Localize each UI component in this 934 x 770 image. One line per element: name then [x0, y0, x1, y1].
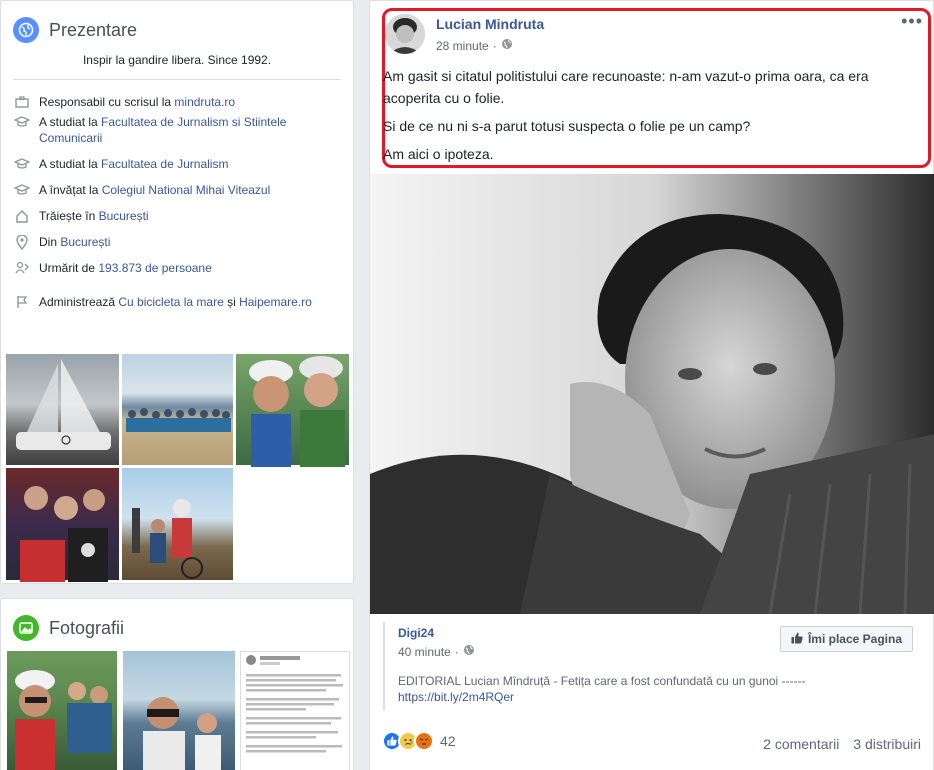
post-card: Lucian Mindruta 28 minute · ••• Am gasit… — [369, 0, 934, 770]
intro-row-education-2: A studiat la Facultatea de Jurnalism — [13, 156, 341, 172]
shares-count-link[interactable]: 3 distribuiri — [853, 736, 921, 752]
graduation-cap-icon — [13, 114, 31, 130]
managed-page-link-2[interactable]: Haipemare.ro — [239, 295, 312, 309]
followers-link[interactable]: 193.873 de persoane — [98, 261, 211, 275]
intro-info-list: Responsabil cu scrisul la mindruta.ro A … — [1, 80, 353, 310]
featured-photo-cyclists-park[interactable] — [121, 467, 234, 581]
public-globe-icon — [463, 644, 475, 659]
graduation-cap-icon — [13, 156, 31, 172]
work-link[interactable]: mindruta.ro — [174, 95, 235, 109]
featured-photo-cyclists-selfie[interactable] — [235, 353, 350, 467]
shared-time[interactable]: 40 minute — [398, 645, 451, 659]
author-avatar[interactable] — [385, 14, 425, 54]
comments-count-link[interactable]: 2 comentarii — [763, 736, 839, 752]
angry-reaction-icon — [414, 731, 434, 751]
featured-photo-sailboat[interactable] — [5, 353, 120, 466]
post-shared-photo[interactable] — [370, 174, 934, 614]
post-time[interactable]: 28 minute — [436, 39, 489, 53]
intro-header: Prezentare — [1, 1, 353, 47]
thumbs-up-icon — [791, 632, 803, 647]
intro-bio: Inspir la gandire libera. Since 1992. — [13, 47, 341, 80]
featured-photo-group-beach[interactable] — [121, 353, 234, 466]
featured-photo-family[interactable] — [5, 467, 120, 582]
photos-thumb-2[interactable] — [123, 651, 235, 770]
intro-row-work: Responsabil cu scrisul la mindruta.ro — [13, 94, 341, 110]
post-options-icon[interactable]: ••• — [901, 11, 923, 32]
intro-title: Prezentare — [49, 19, 138, 40]
intro-row-manages: Administrează Cu bicicleta la mare și Ha… — [13, 294, 341, 310]
follow-icon — [13, 260, 31, 276]
photos-thumb-1[interactable] — [7, 651, 117, 770]
intro-row-lives-in: Trăiește în București — [13, 208, 341, 224]
photos-header: Fotografii — [1, 599, 353, 645]
post-stats: 2 comentarii 3 distribuiri — [753, 736, 921, 752]
location-pin-icon — [13, 234, 31, 250]
shared-url-link[interactable]: https://bit.ly/2m4RQer — [398, 690, 514, 704]
intro-row-from: Din București — [13, 234, 341, 250]
education-link-3[interactable]: Colegiul National Mihai Viteazul — [102, 183, 271, 197]
public-globe-icon — [501, 38, 513, 53]
hometown-link[interactable]: București — [60, 235, 110, 249]
post-body: Am gasit si citatul politistului care re… — [383, 65, 929, 171]
reactions-count: 42 — [440, 733, 456, 749]
lives-in-link[interactable]: București — [99, 209, 149, 223]
intro-row-followers: Urmărit de 193.873 de persoane — [13, 260, 341, 276]
globe-icon — [13, 17, 39, 43]
like-page-label: Îmi place Pagina — [807, 632, 902, 646]
shared-post-attribution: Digi24 40 minute · EDITORIAL Lucian Mînd… — [383, 622, 923, 710]
post-paragraph-1: Am gasit si citatul politistului care re… — [383, 68, 869, 106]
intro-row-education-3: A învățat la Colegiul National Mihai Vit… — [13, 182, 341, 198]
graduation-cap-icon — [13, 182, 31, 198]
like-page-button[interactable]: Îmi place Pagina — [779, 626, 913, 652]
briefcase-icon — [13, 94, 31, 110]
photos-card: Fotografii — [0, 598, 354, 770]
education-link-2[interactable]: Facultatea de Jurnalism — [101, 157, 228, 171]
shared-text: EDITORIAL Lucian Mîndruță - Fetița care … — [398, 673, 923, 705]
photos-thumb-3-screenshot[interactable] — [240, 651, 350, 770]
post-meta: 28 minute · — [436, 38, 513, 53]
post-paragraph-2: Si de ce nu ni s-a parut totusi suspecta… — [383, 118, 751, 134]
post-paragraph-3: Am aici o ipoteza. — [383, 146, 494, 162]
post-author[interactable]: Lucian Mindruta — [436, 16, 544, 32]
intro-card: Prezentare Inspir la gandire libera. Sin… — [0, 0, 354, 584]
photos-icon — [13, 615, 39, 641]
intro-row-education-1: A studiat la Facultatea de Jurnalism si … — [13, 114, 341, 146]
home-icon — [13, 208, 31, 224]
flag-icon — [13, 294, 31, 310]
managed-page-link-1[interactable]: Cu bicicleta la mare — [118, 295, 223, 309]
shared-editorial-text: EDITORIAL Lucian Mîndruță - Fetița care … — [398, 674, 806, 688]
photos-title[interactable]: Fotografii — [49, 618, 124, 639]
reactions-summary[interactable]: 42 — [382, 731, 456, 751]
